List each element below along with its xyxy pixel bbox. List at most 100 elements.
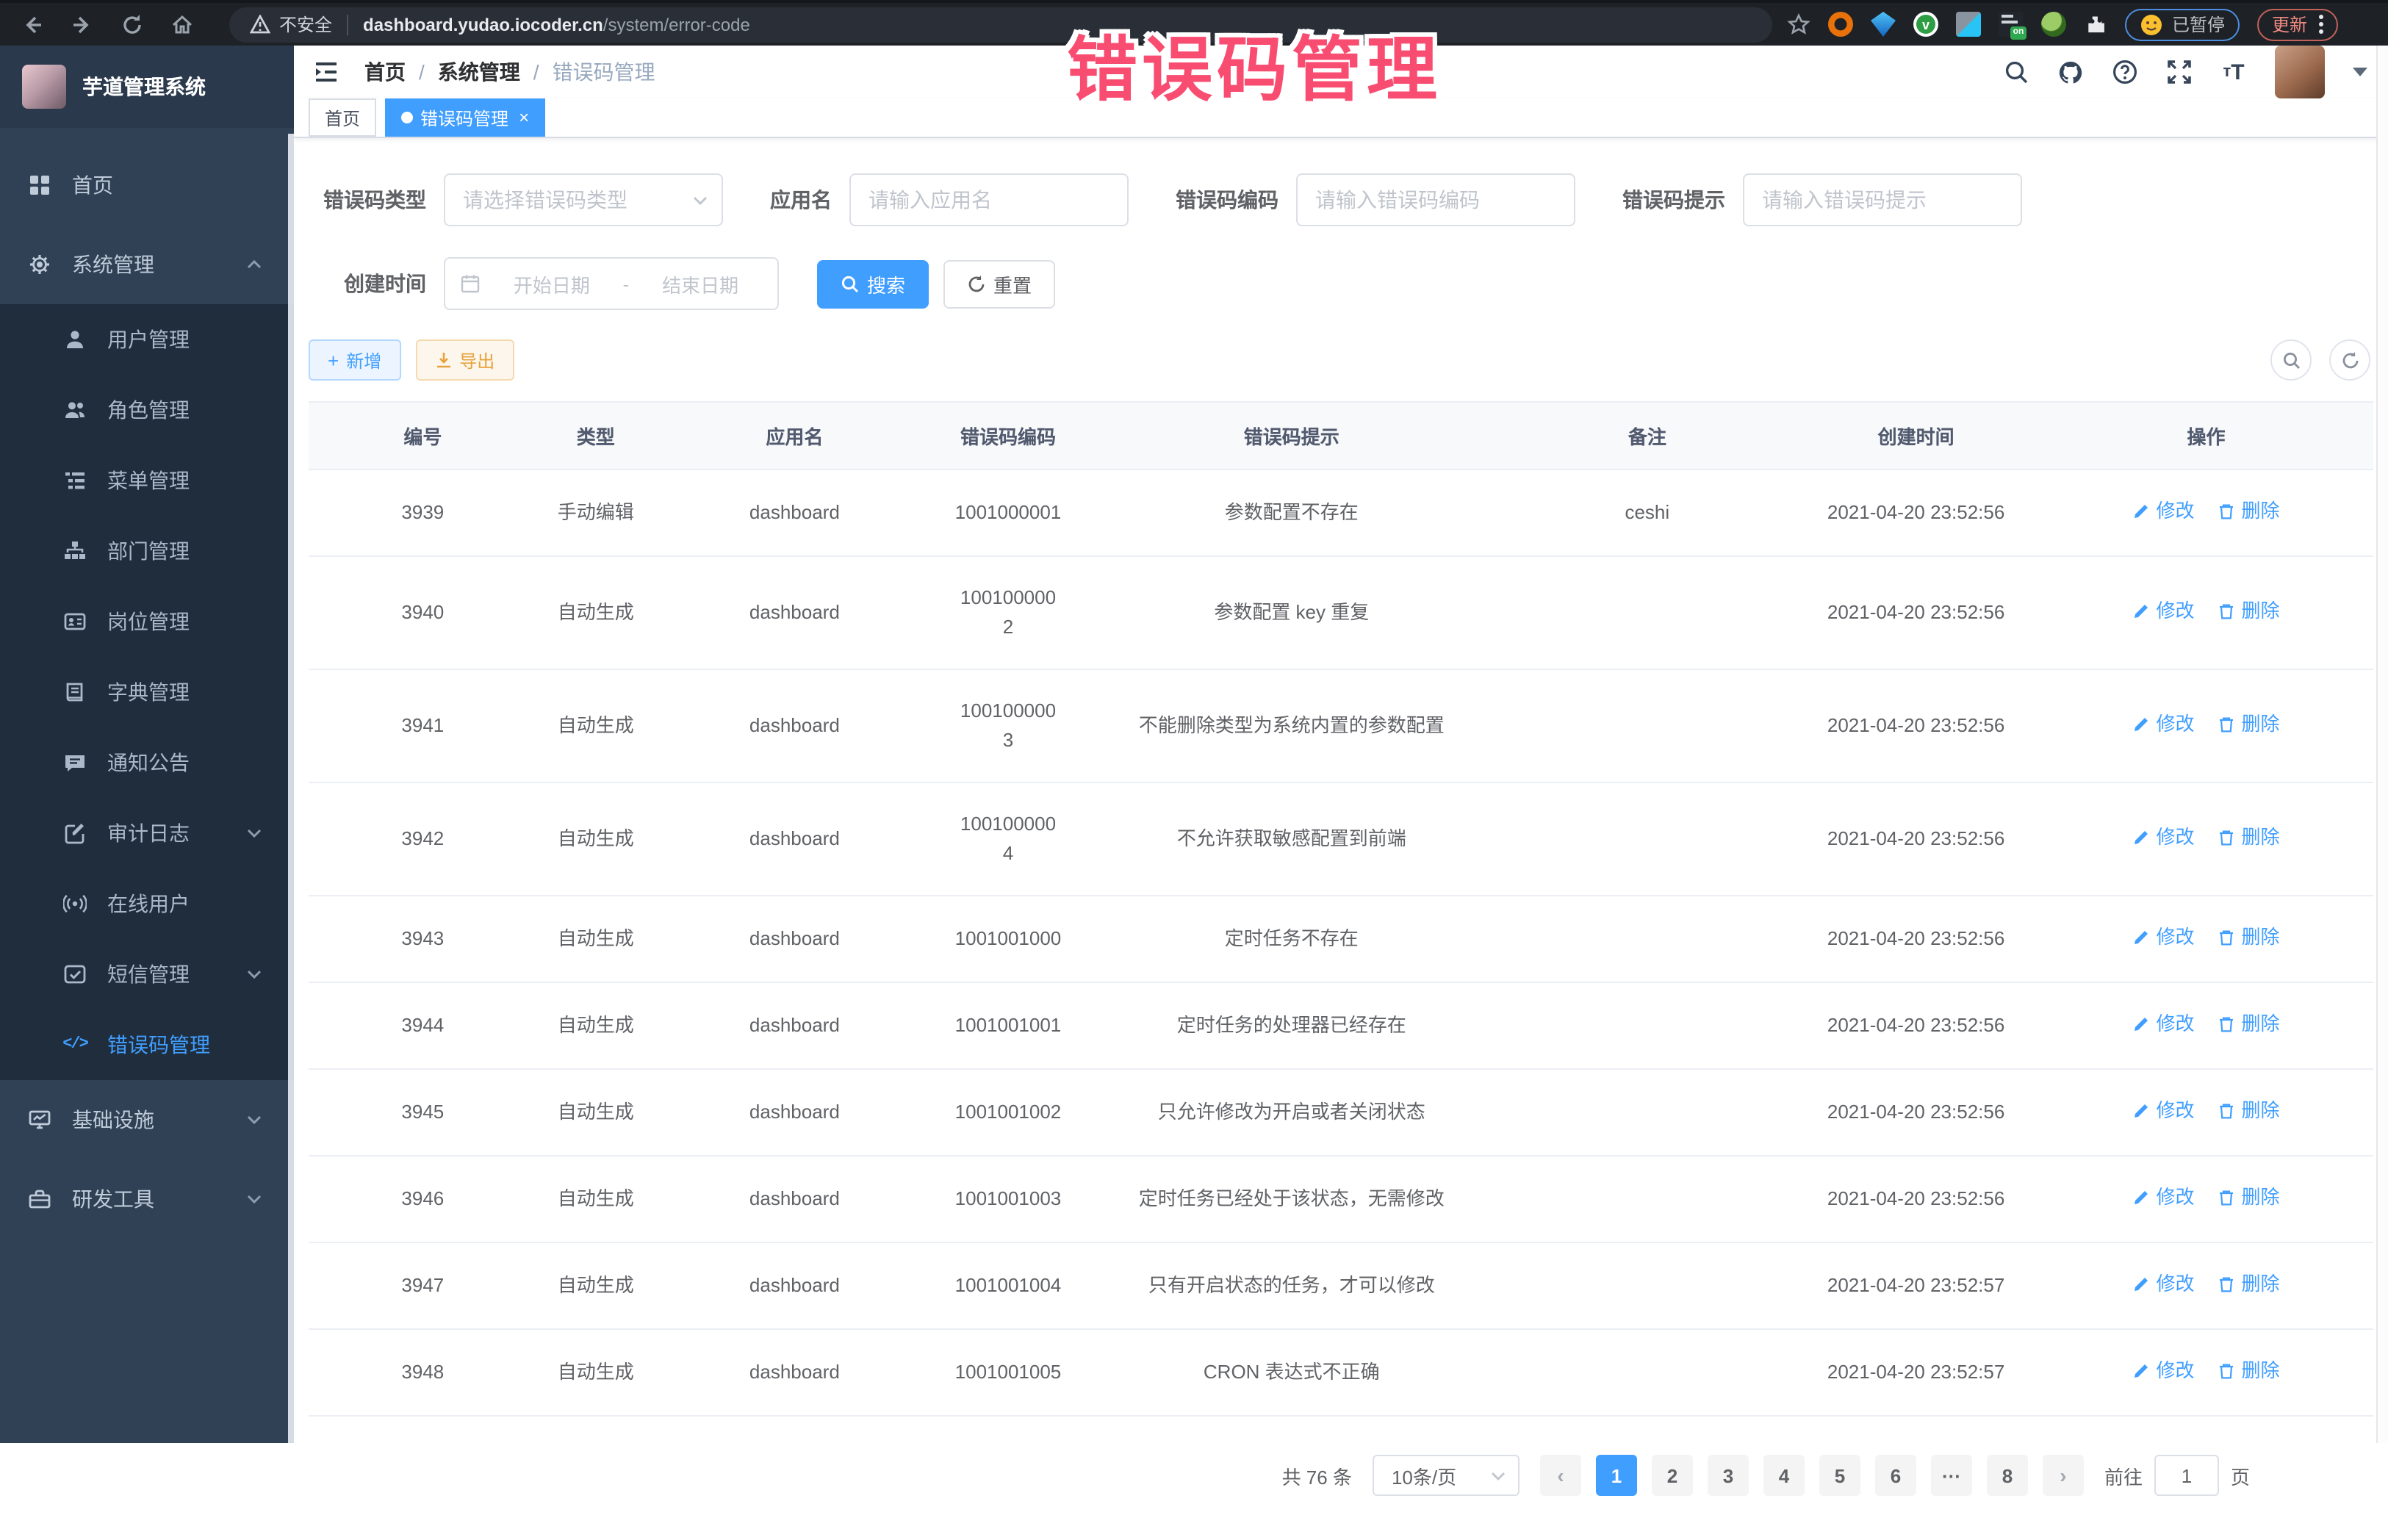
sidebar-logo-row[interactable]: 芋道管理系统 <box>0 46 294 128</box>
page-button-6[interactable]: 6 <box>1875 1455 1916 1496</box>
avatar[interactable] <box>2275 46 2325 98</box>
font-size-icon[interactable]: тT <box>2220 59 2247 85</box>
cell-type: 自动生成 <box>537 1242 655 1329</box>
sidebar-item-dictionaries[interactable]: 字典管理 <box>0 657 294 727</box>
error-code-input[interactable] <box>1296 173 1575 226</box>
page-button-4[interactable]: 4 <box>1763 1455 1805 1496</box>
page-size-select[interactable]: 10条/页 <box>1373 1455 1520 1496</box>
edit-link[interactable]: 修改 <box>2132 497 2194 526</box>
sidebar-item-online-users[interactable]: 在线用户 <box>0 868 294 939</box>
sidebar-item-audit-log[interactable]: 审计日志 <box>0 798 294 868</box>
export-button[interactable]: 导出 <box>415 339 514 381</box>
sidebar-item-system[interactable]: 系统管理 <box>0 225 294 304</box>
hamburger-icon[interactable] <box>312 57 341 87</box>
page-scrollbar[interactable] <box>2376 46 2388 1443</box>
delete-link[interactable]: 删除 <box>2218 1183 2279 1212</box>
edit-link[interactable]: 修改 <box>2132 923 2194 952</box>
fullscreen-icon[interactable] <box>2166 59 2193 85</box>
page-button-5[interactable]: 5 <box>1819 1455 1860 1496</box>
goto-page-input[interactable] <box>2154 1455 2219 1496</box>
delete-link[interactable]: 删除 <box>2218 1010 2279 1039</box>
edit-link[interactable]: 修改 <box>2132 823 2194 852</box>
forward-icon[interactable] <box>71 12 94 36</box>
search-icon[interactable] <box>2003 59 2029 85</box>
extensions-puzzle-icon[interactable] <box>2084 12 2107 36</box>
security-label[interactable]: 不安全 <box>279 12 332 37</box>
browser-update-button[interactable]: 更新 <box>2257 8 2338 40</box>
page-button-2[interactable]: 2 <box>1652 1455 1693 1496</box>
edit-label: 修改 <box>2156 823 2194 852</box>
sidebar-item-sms[interactable]: 短信管理 <box>0 939 294 1010</box>
next-page-button[interactable]: › <box>2043 1455 2084 1496</box>
error-hint-input[interactable] <box>1743 173 2022 226</box>
sidebar-item-dev-tools[interactable]: 研发工具 <box>0 1159 294 1239</box>
sidebar-item-users[interactable]: 用户管理 <box>0 304 294 375</box>
delete-link[interactable]: 删除 <box>2218 1356 2279 1386</box>
delete-link[interactable]: 删除 <box>2218 497 2279 526</box>
edit-link[interactable]: 修改 <box>2132 1010 2194 1039</box>
delete-link[interactable]: 删除 <box>2218 1270 2279 1299</box>
start-date-placeholder[interactable]: 开始日期 <box>489 270 614 298</box>
search-button[interactable]: 搜索 <box>817 259 929 308</box>
tab-error-codes[interactable]: 错误码管理 × <box>385 98 545 137</box>
edit-link[interactable]: 修改 <box>2132 597 2194 626</box>
address-bar[interactable]: 不安全 dashboard.yudao.iocoder.cn /system/e… <box>229 7 1772 42</box>
page-button-8[interactable]: 8 <box>1987 1455 2028 1496</box>
broadcast-icon <box>63 892 87 915</box>
back-icon[interactable] <box>21 12 44 36</box>
reload-icon[interactable] <box>121 12 144 36</box>
edit-link[interactable]: 修改 <box>2132 710 2194 739</box>
breadcrumb-home[interactable]: 首页 <box>364 57 406 87</box>
sidebar-item-menus[interactable]: 菜单管理 <box>0 445 294 516</box>
extension-grid-icon[interactable] <box>1956 12 1981 37</box>
edit-link[interactable]: 修改 <box>2132 1096 2194 1126</box>
reset-button[interactable]: 重置 <box>943 259 1055 308</box>
error-type-select[interactable] <box>444 173 723 226</box>
home-icon[interactable] <box>170 12 194 36</box>
url-host[interactable]: dashboard.yudao.iocoder.cn <box>363 14 603 35</box>
extension-key-icon[interactable] <box>2041 12 2066 37</box>
date-range-picker[interactable]: 开始日期 - 结束日期 <box>444 257 779 310</box>
extension-ubuntu-icon[interactable] <box>1828 12 1853 37</box>
profile-paused-badge[interactable]: 已暂停 <box>2125 8 2240 40</box>
sidebar-item-notices[interactable]: 通知公告 <box>0 727 294 798</box>
extension-tampermonkey-icon[interactable]: on <box>1999 12 2024 37</box>
sidebar-item-departments[interactable]: 部门管理 <box>0 516 294 586</box>
github-icon[interactable] <box>2057 59 2084 85</box>
help-icon[interactable] <box>2112 59 2138 85</box>
add-button[interactable]: + 新增 <box>309 339 400 381</box>
delete-link[interactable]: 删除 <box>2218 597 2279 626</box>
bookmark-star-icon[interactable] <box>1787 12 1810 36</box>
caret-down-icon[interactable] <box>2353 68 2367 76</box>
sidebar-item-home[interactable]: 首页 <box>0 145 294 225</box>
more-pages-button[interactable]: ··· <box>1931 1455 1972 1496</box>
refresh-table-button[interactable] <box>2329 339 2370 381</box>
cell-id: 3946 <box>309 1156 537 1242</box>
page-button-1[interactable]: 1 <box>1596 1455 1637 1496</box>
sidebar-item-roles[interactable]: 角色管理 <box>0 375 294 445</box>
edit-link[interactable]: 修改 <box>2132 1356 2194 1386</box>
app-name-input[interactable] <box>849 173 1129 226</box>
delete-link[interactable]: 删除 <box>2218 710 2279 739</box>
sidebar-item-infrastructure[interactable]: 基础设施 <box>0 1080 294 1159</box>
toggle-search-button[interactable] <box>2270 339 2312 381</box>
cell-remark <box>1501 782 1793 896</box>
kebab-menu-icon[interactable] <box>2319 15 2323 34</box>
delete-link[interactable]: 删除 <box>2218 923 2279 952</box>
delete-link[interactable]: 删除 <box>2218 1096 2279 1126</box>
prev-page-button[interactable]: ‹ <box>1540 1455 1581 1496</box>
sidebar-item-error-codes[interactable]: </> 错误码管理 <box>0 1010 294 1080</box>
edit-link[interactable]: 修改 <box>2132 1183 2194 1212</box>
tab-home[interactable]: 首页 <box>309 98 376 137</box>
end-date-placeholder[interactable]: 结束日期 <box>638 270 763 298</box>
page-button-3[interactable]: 3 <box>1708 1455 1749 1496</box>
extension-gem-icon[interactable] <box>1871 12 1896 37</box>
sidebar-item-posts[interactable]: 岗位管理 <box>0 586 294 657</box>
close-icon[interactable]: × <box>519 107 529 128</box>
delete-link[interactable]: 删除 <box>2218 823 2279 852</box>
url-path[interactable]: /system/error-code <box>603 14 750 35</box>
extension-v-icon[interactable]: v <box>1913 12 1938 37</box>
error-type-select-input[interactable] <box>444 173 723 226</box>
breadcrumb-system[interactable]: 系统管理 <box>438 57 520 87</box>
edit-link[interactable]: 修改 <box>2132 1270 2194 1299</box>
